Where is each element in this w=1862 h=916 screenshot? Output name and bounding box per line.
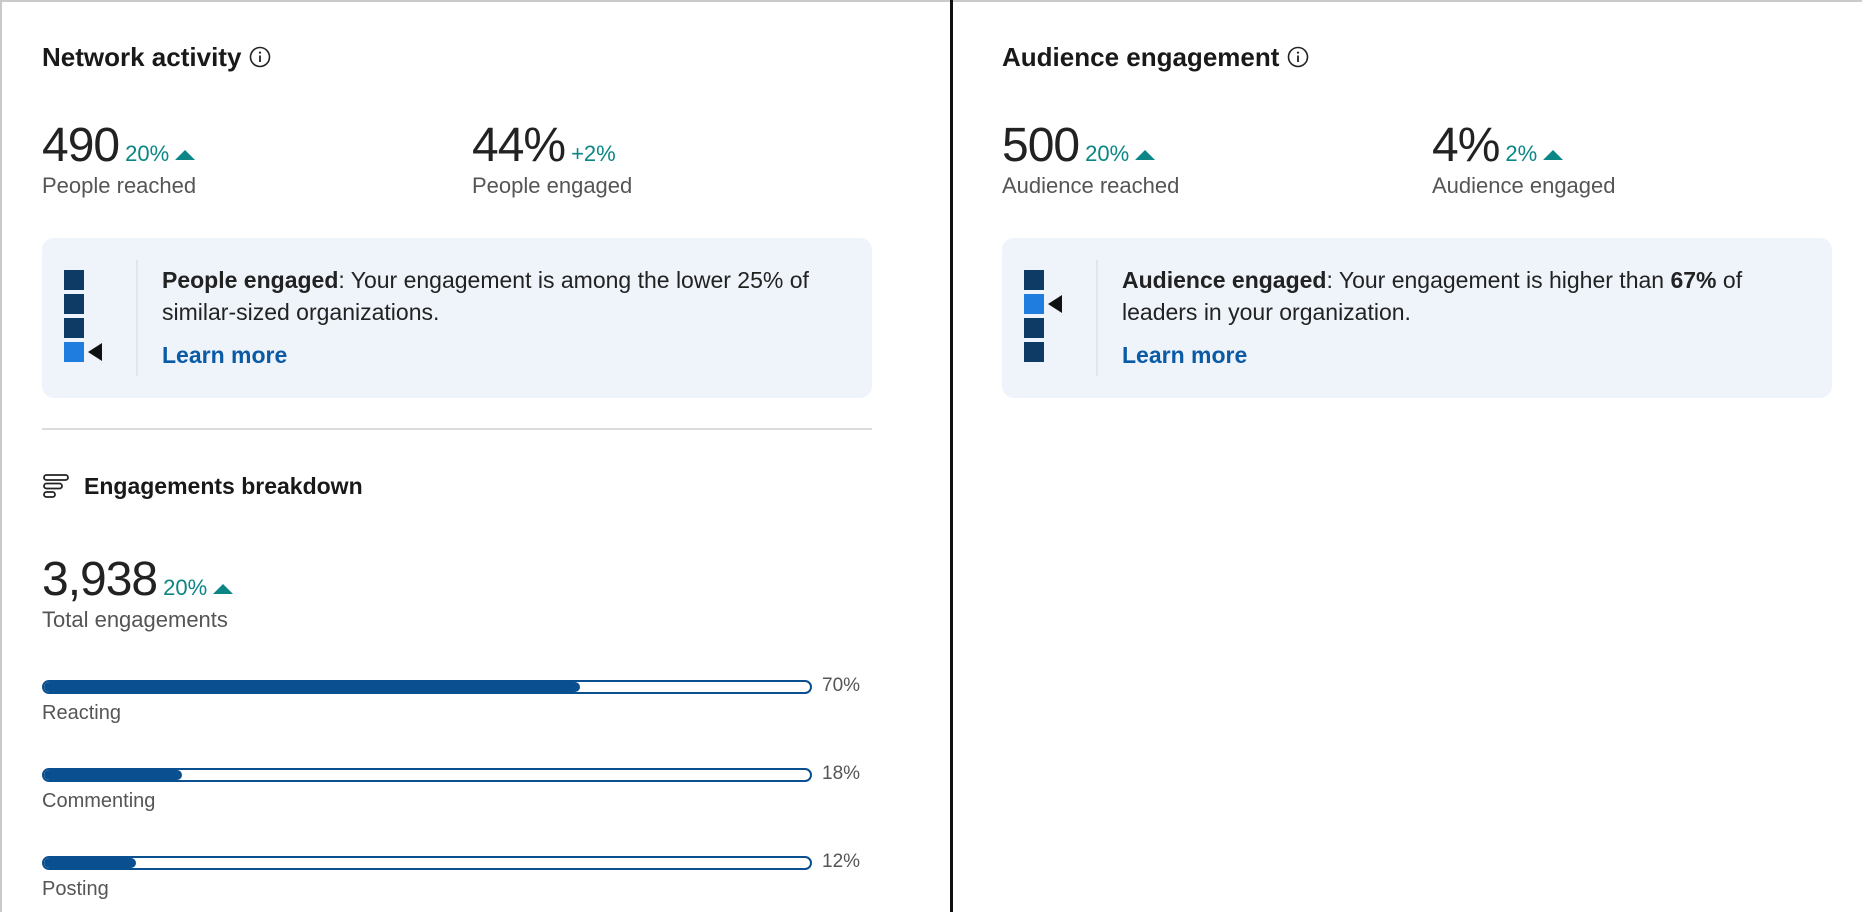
progress-label: Reacting — [42, 702, 121, 724]
metric-label: Audience engaged — [1432, 173, 1616, 198]
metric-label: People reached — [42, 173, 197, 198]
rank-indicator-icon — [1024, 270, 1068, 371]
panel-divider — [950, 0, 953, 912]
metric-value: 4% — [1432, 119, 1500, 172]
breakdown-title: Engagements breakdown — [42, 472, 363, 500]
metric-value: 500 — [1002, 119, 1080, 172]
metric-delta: 20% — [125, 141, 170, 166]
engagement-insight-card: People engaged: Your engagement is among… — [42, 238, 872, 398]
metric-value: 3,938 — [42, 553, 158, 606]
progress-bar — [42, 856, 812, 870]
progress-percent: 18% — [822, 763, 861, 784]
engagement-insight-card: Audience engaged: Your engagement is hig… — [1002, 238, 1832, 398]
metric-value: 44% — [472, 119, 566, 172]
breakdown-row-commenting: 18% Commenting — [42, 763, 872, 828]
insight-text: People engaged: Your engagement is among… — [162, 264, 852, 328]
breakdown-title-text: Engagements breakdown — [84, 473, 363, 499]
progress-fill — [44, 858, 136, 868]
progress-bar — [42, 680, 812, 694]
audience-engaged-metric: 4% 2% Audience engaged — [1432, 118, 1616, 199]
info-icon[interactable] — [249, 44, 271, 75]
rank-indicator-icon — [64, 270, 108, 371]
learn-more-link[interactable]: Learn more — [162, 342, 287, 369]
audience-reached-metric: 500 20% Audience reached — [1002, 118, 1179, 199]
trend-up-icon — [1543, 150, 1564, 160]
metric-delta: +2% — [571, 141, 616, 166]
section-divider — [42, 428, 872, 430]
breakdown-row-reacting: 70% Reacting — [42, 675, 872, 740]
card-separator — [136, 260, 138, 376]
progress-fill — [44, 770, 182, 780]
metric-delta: 20% — [163, 575, 208, 600]
metric-delta: 20% — [1085, 141, 1130, 166]
total-engagements-metric: 3,938 20% Total engagements — [42, 552, 234, 633]
progress-label: Commenting — [42, 790, 156, 812]
progress-label: Posting — [42, 878, 109, 900]
people-reached-metric: 490 20% People reached — [42, 118, 196, 199]
breakdown-row-posting: 12% Posting — [42, 851, 872, 916]
progress-percent: 12% — [822, 851, 861, 872]
metric-delta: 2% — [1505, 141, 1538, 166]
panel-title-text: Audience engagement — [1002, 42, 1280, 72]
progress-percent: 70% — [822, 675, 861, 696]
metric-label: Total engagements — [42, 607, 228, 632]
progress-bar — [42, 768, 812, 782]
card-separator — [1096, 260, 1098, 376]
panel-title: Network activity — [42, 42, 271, 75]
progress-fill — [44, 682, 581, 692]
panel-title-text: Network activity — [42, 42, 242, 72]
insight-body: : Your engagement is higher than — [1326, 267, 1671, 293]
trend-up-icon — [1135, 150, 1156, 160]
insight-bold: People engaged — [162, 267, 339, 293]
panel-title: Audience engagement — [1002, 42, 1309, 75]
metric-label: Audience reached — [1002, 173, 1180, 198]
insight-text: Audience engaged: Your engagement is hig… — [1122, 264, 1812, 328]
people-engaged-metric: 44% +2% People engaged — [472, 118, 632, 199]
info-icon[interactable] — [1287, 44, 1309, 75]
learn-more-link[interactable]: Learn more — [1122, 342, 1247, 369]
insight-bold: Audience engaged — [1122, 267, 1327, 293]
metric-label: People engaged — [472, 173, 633, 198]
trend-up-icon — [175, 150, 196, 160]
breakdown-icon — [43, 474, 69, 498]
trend-up-icon — [213, 584, 234, 594]
metric-value: 490 — [42, 119, 120, 172]
insight-highlight: 67% — [1670, 267, 1717, 293]
